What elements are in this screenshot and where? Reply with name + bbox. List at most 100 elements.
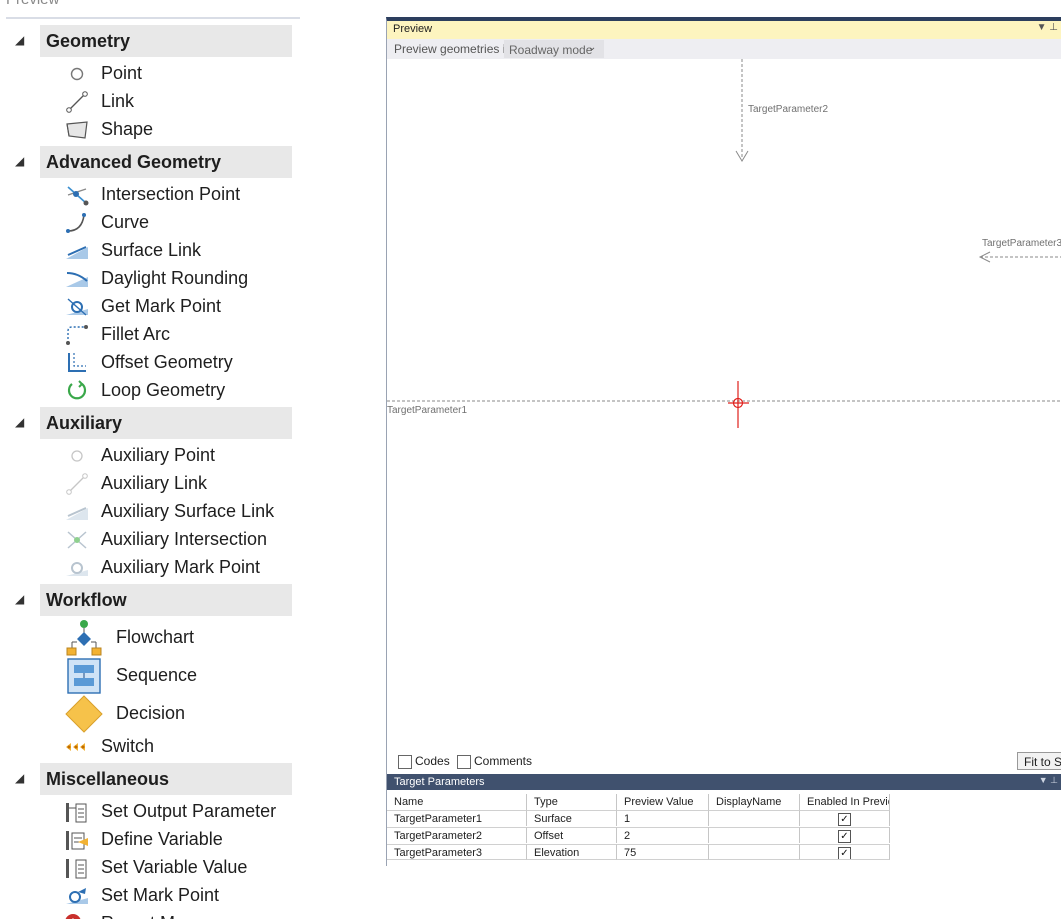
cell-name[interactable]: TargetParameter3: [387, 844, 527, 860]
category-advanced-geometry[interactable]: ◢ Advanced Geometry: [15, 146, 292, 178]
toolbox-item-label: Report Message: [101, 913, 233, 919]
pin-dropdown-icon[interactable]: ▼ ⊥: [1037, 22, 1058, 33]
cell-name[interactable]: TargetParameter1: [387, 810, 527, 826]
daylight-rounding-icon: [64, 267, 90, 291]
target-parameters-title: Target Parameters: [394, 776, 485, 788]
preview-header: Preview ▼ ⊥: [387, 21, 1061, 39]
toolbox-item-label: Switch: [101, 736, 155, 756]
cell-display[interactable]: [709, 844, 800, 860]
surface-link-icon: [64, 239, 90, 263]
fit-to-screen-button[interactable]: Fit to Sc: [1017, 752, 1061, 770]
table-row[interactable]: TargetParameter2 Offset 2 ✓: [387, 827, 1061, 843]
column-header[interactable]: Name: [387, 794, 527, 810]
grid-header-row: Name Type Preview Value DisplayName Enabled …: [387, 794, 1061, 810]
toolbox-item-label: Decision: [116, 703, 186, 723]
shape-icon: [64, 118, 90, 142]
cell-type[interactable]: Offset: [527, 827, 617, 843]
table-row[interactable]: TargetParameter1 Surface 1 ✓: [387, 810, 1061, 826]
cell-value[interactable]: 2: [617, 827, 709, 843]
toolbox-item-label: Surface Link: [101, 240, 202, 260]
collapse-arrow-icon[interactable]: ◢: [15, 33, 24, 47]
flowchart-icon: [64, 618, 104, 658]
category-miscellaneous[interactable]: ◢ Miscellaneous: [15, 763, 292, 795]
offset-geometry-icon: [64, 351, 90, 375]
toolbox-item-label: Flowchart: [116, 627, 195, 647]
point-icon: [64, 62, 90, 86]
cell-type[interactable]: Surface: [527, 810, 617, 826]
cell-type[interactable]: Elevation: [527, 844, 617, 860]
auxiliary-point-icon: [64, 444, 90, 468]
target-parameters-panel: Target Parameters ▼ ⊥ Name Type Preview Va…: [386, 774, 1061, 866]
cell-enabled: ✓: [800, 810, 890, 826]
collapse-arrow-icon[interactable]: ◢: [15, 771, 24, 785]
pin-dropdown-icon[interactable]: ▼ ⊥: [1039, 775, 1058, 786]
toolbox-item-label: Auxiliary Mark Point: [101, 557, 261, 577]
target-parameters-header: Target Parameters ▼ ⊥: [387, 774, 1061, 790]
column-header[interactable]: Type: [527, 794, 617, 810]
cell-value[interactable]: 75: [617, 844, 709, 860]
preview-toolbar: Preview geometries in Roadway mode ⌄: [387, 39, 1061, 59]
toolbox-item-label: Auxiliary Point: [101, 445, 216, 465]
loop-geometry-icon: [64, 379, 90, 403]
category-label: Workflow: [46, 590, 127, 610]
target-parameter2-label: TargetParameter2: [748, 104, 829, 115]
set-variable-value-icon: [64, 856, 90, 880]
report-message-icon: !: [64, 912, 90, 919]
preview-title: Preview: [393, 23, 433, 35]
category-geometry[interactable]: ◢ Geometry: [15, 25, 292, 57]
toolbox-item-label: Set Mark Point: [101, 885, 220, 905]
toolbox-item-label: Offset Geometry: [101, 352, 233, 372]
category-workflow[interactable]: ◢ Workflow: [15, 584, 292, 616]
cell-enabled: ✓: [800, 827, 890, 843]
column-header[interactable]: Enabled In Previe: [800, 794, 890, 810]
target-parameter1-label: TargetParameter1: [387, 405, 468, 416]
intersection-point-icon: [64, 183, 90, 207]
toolbox-item-label: Auxiliary Link: [101, 473, 208, 493]
column-header[interactable]: DisplayName: [709, 794, 800, 810]
preview-mode-dropdown[interactable]: Roadway mode ⌄: [504, 40, 604, 58]
codes-label: Codes: [415, 754, 450, 768]
column-header[interactable]: Preview Value: [617, 794, 709, 810]
cell-name[interactable]: TargetParameter2: [387, 827, 527, 843]
category-auxiliary[interactable]: ◢ Auxiliary: [15, 407, 292, 439]
decision-icon: [64, 694, 104, 734]
set-output-parameter-icon: [64, 800, 90, 824]
cell-display[interactable]: [709, 810, 800, 826]
enabled-checkbox[interactable]: ✓: [838, 813, 851, 826]
toolbox-item-label: Shape: [101, 119, 154, 139]
collapse-arrow-icon[interactable]: ◢: [15, 415, 24, 429]
preview-canvas[interactable]: TargetParameter2 TargetParameter3 Target…: [387, 59, 1061, 749]
comments-checkbox[interactable]: [457, 755, 471, 769]
collapse-arrow-icon[interactable]: ◢: [15, 592, 24, 606]
toolbox-partial-title: Preview: [6, 0, 59, 8]
preview-footer: Codes Comments Fit to Sc: [387, 749, 1061, 774]
auxiliary-surface-link-icon: [64, 500, 90, 524]
enabled-checkbox[interactable]: ✓: [838, 847, 851, 859]
codes-checkbox[interactable]: [398, 755, 412, 769]
auxiliary-intersection-icon: [64, 528, 90, 552]
collapse-arrow-icon[interactable]: ◢: [15, 154, 24, 168]
toolbox-item-label: Curve: [101, 212, 150, 232]
chevron-down-icon: ⌄: [588, 42, 597, 53]
auxiliary-mark-point-icon: [64, 556, 90, 580]
curve-icon: [64, 211, 90, 235]
toolbox-item-label: Intersection Point: [101, 184, 241, 204]
toolbox-panel: Preview ◢ Geometry Point Link Shape ◢ Advanced…: [0, 0, 300, 919]
toolbox-item-label: Define Variable: [101, 829, 223, 849]
auxiliary-link-icon: [64, 472, 90, 496]
toolbox-item-label: Set Output Parameter: [101, 801, 277, 821]
enabled-checkbox[interactable]: ✓: [838, 830, 851, 843]
get-mark-point-icon: [64, 295, 90, 319]
cell-value[interactable]: 1: [617, 810, 709, 826]
cell-display[interactable]: [709, 827, 800, 843]
toolbox-item-label: Sequence: [116, 665, 198, 685]
toolbox-item-label: Set Variable Value: [101, 857, 248, 877]
toolbox-divider: [6, 17, 300, 19]
fillet-arc-icon: [64, 323, 90, 347]
comments-label: Comments: [474, 754, 533, 768]
toolbox-item-label: Daylight Rounding: [101, 268, 249, 288]
toolbox-item-label: Auxiliary Surface Link: [101, 501, 275, 521]
category-label: Auxiliary: [46, 413, 123, 433]
table-row[interactable]: TargetParameter3 Elevation 75 ✓: [387, 844, 1061, 860]
category-label: Geometry: [46, 31, 131, 51]
